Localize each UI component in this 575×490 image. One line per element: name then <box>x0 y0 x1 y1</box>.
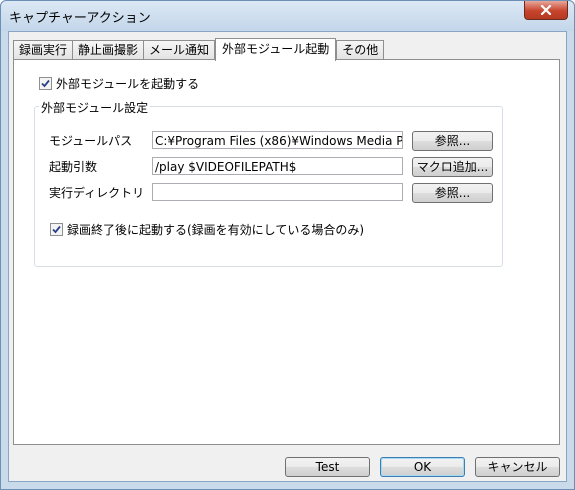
checkmark-icon <box>41 79 50 88</box>
module-path-label: モジュールパス <box>49 134 133 148</box>
module-path-input[interactable]: C:¥Program Files (x86)¥Windows Media Pla… <box>152 131 403 149</box>
tab-other[interactable]: その他 <box>336 40 385 60</box>
test-button[interactable]: Test <box>285 457 370 477</box>
dialog-client-area: 録画実行 静止画撮影 メール通知 外部モジュール起動 その他 外部モジュールを起… <box>8 31 567 482</box>
cancel-button[interactable]: キャンセル <box>475 457 560 477</box>
tab-still-capture[interactable]: 静止画撮影 <box>72 40 145 60</box>
checkmark-icon <box>52 225 61 234</box>
checkbox-box <box>50 223 63 236</box>
working-directory-label: 実行ディレクトリ <box>49 186 145 200</box>
title-bar[interactable]: キャプチャーアクション <box>1 1 574 31</box>
tab-external-module[interactable]: 外部モジュール起動 <box>215 38 337 61</box>
group-label: 外部モジュール設定 <box>39 99 151 116</box>
ok-button[interactable]: OK <box>380 457 465 477</box>
close-icon <box>540 5 552 15</box>
browse-module-path-button[interactable]: 参照... <box>412 131 493 151</box>
external-module-settings-group: 外部モジュール設定 モジュールパス C:¥Program Files (x86)… <box>34 99 503 267</box>
checkbox-box <box>39 77 52 90</box>
close-button[interactable] <box>524 1 568 20</box>
launch-after-record-checkbox[interactable]: 録画終了後に起動する(録画を有効にしている場合のみ) <box>50 221 364 238</box>
tab-mail-notify[interactable]: メール通知 <box>143 40 216 60</box>
dialog-window: キャプチャーアクション 録画実行 静止画撮影 メール通知 外部モジュール起動 そ… <box>0 0 575 490</box>
window-title: キャプチャーアクション <box>9 11 151 26</box>
enable-external-module-label: 外部モジュールを起動する <box>56 77 200 91</box>
arguments-input[interactable]: /play $VIDEOFILEPATH$ <box>152 157 403 175</box>
enable-external-module-checkbox[interactable]: 外部モジュールを起動する <box>39 75 199 92</box>
launch-after-record-label: 録画終了後に起動する(録画を有効にしている場合のみ) <box>67 223 365 237</box>
tab-record[interactable]: 録画実行 <box>13 40 74 60</box>
working-directory-input[interactable] <box>152 183 403 201</box>
tab-panel-external-module: 外部モジュールを起動する 外部モジュール設定 モジュールパス C:¥Progra… <box>13 59 560 445</box>
tab-strip: 録画実行 静止画撮影 メール通知 外部モジュール起動 その他 <box>13 38 385 61</box>
add-macro-button[interactable]: マクロ追加... <box>412 157 493 177</box>
arguments-label: 起動引数 <box>49 160 98 174</box>
browse-working-directory-button[interactable]: 参照... <box>412 183 493 203</box>
